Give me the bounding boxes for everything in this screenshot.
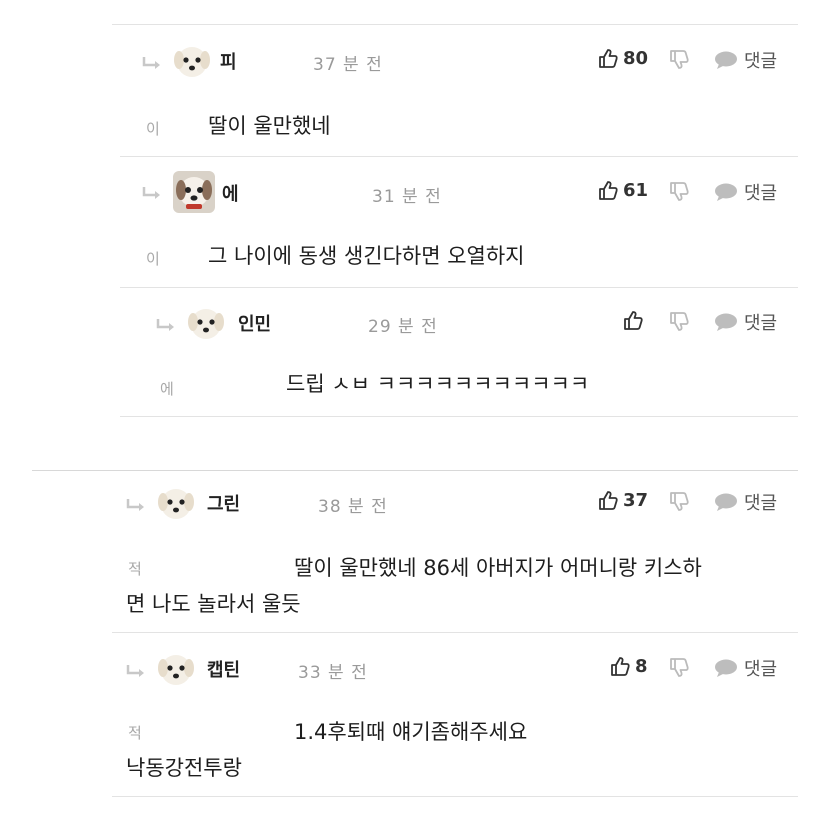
thumbs-up-icon: [622, 309, 644, 331]
section-divider: [32, 470, 798, 471]
comment-timestamp: 37 분 전: [313, 55, 383, 75]
speech-bubble-icon: [714, 50, 738, 70]
reply-label: 댓글: [744, 659, 778, 680]
reply-arrow-icon: [142, 56, 162, 70]
comment-author[interactable]: 그린: [207, 490, 240, 516]
reply-label: 댓글: [744, 313, 778, 334]
comment-text: 딸이 울만했네: [208, 114, 331, 138]
comment-text: 드립 ㅅㅂ ㅋㅋㅋㅋㅋㅋㅋㅋㅋㅋㅋ: [286, 372, 590, 396]
thumbs-up-icon: [597, 489, 619, 511]
thumbs-down-icon[interactable]: [668, 491, 690, 513]
speech-bubble-icon: [714, 182, 738, 202]
speech-bubble-icon: [714, 658, 738, 678]
reply-button[interactable]: 댓글: [714, 47, 777, 73]
comment-author[interactable]: 캡틴: [207, 656, 240, 682]
reply-button[interactable]: 댓글: [714, 489, 777, 515]
comment-initial: 이: [146, 120, 160, 138]
dog-avatar-icon[interactable]: [172, 170, 216, 214]
divider: [112, 632, 798, 633]
reply-arrow-icon: [142, 186, 162, 200]
like-count: 37: [623, 489, 649, 511]
like-count: 80: [623, 47, 649, 69]
reply-label: 댓글: [744, 183, 778, 204]
comment-author[interactable]: 에: [222, 180, 239, 206]
reply-button[interactable]: 댓글: [714, 655, 777, 681]
divider: [120, 287, 798, 288]
comment-author[interactable]: 인민: [238, 310, 271, 336]
speech-bubble-icon: [714, 492, 738, 512]
divider: [120, 416, 798, 417]
dog-avatar-icon[interactable]: [158, 486, 194, 522]
thumbs-down-icon[interactable]: [668, 49, 690, 71]
thumbs-down-icon[interactable]: [668, 311, 690, 333]
like-count: 61: [623, 179, 649, 201]
like-button[interactable]: 8: [609, 655, 648, 677]
comment-timestamp: 38 분 전: [318, 497, 388, 517]
like-button[interactable]: 37: [597, 489, 648, 511]
thumbs-down-icon[interactable]: [668, 657, 690, 679]
comment-timestamp: 29 분 전: [368, 317, 438, 337]
thumbs-up-icon: [597, 179, 619, 201]
like-button[interactable]: [622, 309, 648, 331]
divider: [112, 796, 798, 797]
comment-text: 딸이 울만했네 86세 아버지가 어머니랑 키스하 면 나도 놀라서 울듯: [126, 556, 702, 616]
dog-avatar-icon[interactable]: [188, 306, 224, 342]
divider: [120, 156, 798, 157]
comment-timestamp: 33 분 전: [298, 663, 368, 683]
reply-arrow-icon: [126, 498, 146, 512]
comment-author[interactable]: 피: [220, 48, 237, 74]
dog-avatar-icon[interactable]: [174, 44, 210, 80]
comment-initial: 이: [146, 250, 160, 268]
thumbs-up-icon: [597, 47, 619, 69]
like-button[interactable]: 80: [597, 47, 648, 69]
reply-button[interactable]: 댓글: [714, 309, 777, 335]
reply-label: 댓글: [744, 51, 778, 72]
comment-timestamp: 31 분 전: [372, 187, 442, 207]
comment-text: 1.4후퇴때 얘기좀해주세요 낙동강전투랑: [126, 720, 528, 780]
reply-arrow-icon: [156, 318, 176, 332]
reply-label: 댓글: [744, 493, 778, 514]
like-button[interactable]: 61: [597, 179, 648, 201]
speech-bubble-icon: [714, 312, 738, 332]
reply-button[interactable]: 댓글: [714, 179, 777, 205]
comment-text: 그 나이에 동생 생긴다하면 오열하지: [208, 244, 525, 268]
comment-initial: 에: [160, 380, 174, 398]
reply-arrow-icon: [126, 664, 146, 678]
thumbs-up-icon: [609, 655, 631, 677]
divider: [112, 24, 798, 25]
dog-avatar-icon[interactable]: [158, 652, 194, 688]
like-count: 8: [635, 655, 648, 677]
thumbs-down-icon[interactable]: [668, 181, 690, 203]
